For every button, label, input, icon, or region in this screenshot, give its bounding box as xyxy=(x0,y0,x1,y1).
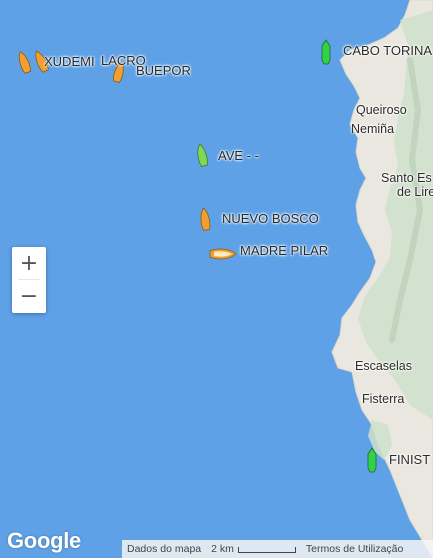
scale-bar xyxy=(237,547,296,553)
vessel-marker-finist[interactable] xyxy=(367,447,377,473)
vessel-label-buepor[interactable]: BUEPOR xyxy=(136,63,191,78)
vessel-label-finist[interactable]: FINIST xyxy=(389,452,430,467)
google-logo: Google xyxy=(7,528,81,553)
place-label-fisterra: Fisterra xyxy=(362,392,405,406)
vessel-label-xudemi[interactable]: XUDEMI xyxy=(44,54,95,69)
scale-label: 2 km xyxy=(211,543,234,555)
place-label-escaselas: Escaselas xyxy=(355,359,412,373)
place-label-nemina: Nemiña xyxy=(351,122,395,136)
map-canvas[interactable] xyxy=(0,0,433,558)
vessel-label-nuevo-bosco[interactable]: NUEVO BOSCO xyxy=(222,211,319,226)
vessel-marker-cabo-torina[interactable] xyxy=(321,39,331,65)
map-data-link[interactable]: Dados do mapa xyxy=(122,543,206,555)
vessel-label-cabo-torina[interactable]: CABO TORINA xyxy=(343,43,432,58)
terms-link[interactable]: Termos de Utilização xyxy=(301,543,408,555)
place-label-santo-es: Santo Es xyxy=(381,171,432,185)
zoom-control: + − xyxy=(12,247,46,313)
place-label-queiroso: Queiroso xyxy=(356,103,407,117)
place-label-de-lir: de Lire xyxy=(397,185,433,199)
vessel-label-madre-pilar[interactable]: MADRE PILAR xyxy=(240,243,328,258)
zoom-out-button[interactable]: − xyxy=(12,280,46,313)
vessel-label-ave[interactable]: AVE - - xyxy=(218,148,259,163)
attribution-bar: Dados do mapa 2 km Termos de Utilização xyxy=(122,540,433,558)
scale-indicator[interactable]: 2 km xyxy=(206,543,301,555)
zoom-in-button[interactable]: + xyxy=(12,247,46,280)
